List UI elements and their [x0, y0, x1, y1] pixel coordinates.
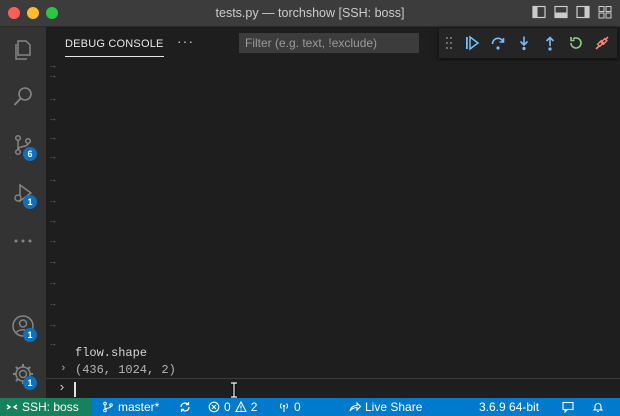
toggle-sidebar-icon[interactable]: [532, 5, 546, 19]
feedback-icon: [562, 401, 574, 413]
title-bar: tests.py — torchshow [SSH: boss]: [0, 0, 620, 27]
console-arrow: →: [50, 339, 56, 349]
activity-bar: 6 1 1 1: [0, 27, 46, 398]
remote-icon: [6, 404, 18, 410]
console-arrow: →: [50, 94, 56, 104]
console-input-row[interactable]: ›: [46, 378, 620, 399]
console-expression: flow.shape: [75, 346, 148, 360]
ellipsis-icon: [14, 239, 32, 243]
console-result[interactable]: (436, 1024, 2): [75, 363, 176, 377]
ibeam-cursor-icon: [231, 382, 237, 398]
python-version: 3.6.9 64-bit: [479, 400, 540, 414]
console-arrow: →: [50, 71, 56, 81]
debug-console-output[interactable]: → → → → → → → → → → → → → → → flow.shape…: [46, 61, 620, 378]
more-views-button[interactable]: [0, 221, 46, 261]
step-over-button[interactable]: [485, 32, 511, 54]
continue-icon: [466, 35, 480, 51]
restart-icon: [570, 37, 582, 49]
console-arrow: →: [50, 196, 56, 206]
continue-button[interactable]: [459, 32, 485, 54]
debug-toolbar: [439, 28, 617, 58]
live-share-icon: [349, 401, 361, 412]
expand-result-chevron-icon[interactable]: ›: [60, 363, 67, 375]
customize-layout-icon[interactable]: [598, 5, 612, 19]
debug-badge: 1: [23, 195, 37, 209]
remote-indicator[interactable]: SSH: boss: [0, 398, 92, 416]
remote-label: SSH: boss: [22, 400, 79, 414]
warning-icon: [234, 401, 247, 413]
console-arrow: →: [50, 320, 56, 330]
step-out-button[interactable]: [537, 32, 563, 54]
console-arrow: →: [50, 299, 56, 309]
panel-more-actions[interactable]: ···: [177, 33, 194, 49]
feedback-button[interactable]: [562, 398, 574, 416]
disconnect-icon: [595, 36, 609, 50]
python-interpreter[interactable]: 3.6.9 64-bit: [479, 398, 539, 416]
ports-indicator[interactable]: 0: [278, 398, 301, 416]
console-arrow: →: [50, 216, 56, 226]
notifications-button[interactable]: [592, 398, 604, 416]
console-arrow: →: [50, 114, 56, 124]
files-icon: [15, 40, 31, 60]
broadcast-icon: [279, 403, 289, 412]
explorer-button[interactable]: [0, 30, 46, 70]
accounts-badge: 1: [23, 328, 37, 342]
disconnect-button[interactable]: [589, 32, 615, 54]
ports-count: 0: [294, 400, 301, 414]
branch-indicator[interactable]: master*: [102, 398, 159, 416]
warning-count: 2: [250, 400, 258, 414]
console-arrow: →: [50, 175, 56, 185]
prompt-chevron-icon: ›: [58, 380, 66, 395]
console-arrow: →: [50, 236, 56, 246]
toggle-secondary-sidebar-icon[interactable]: [576, 5, 590, 19]
sync-icon: [180, 402, 190, 412]
tab-debug-console[interactable]: DEBUG CONSOLE: [65, 38, 164, 57]
error-icon: [208, 401, 220, 413]
branch-name: master*: [118, 400, 160, 414]
layout-controls: [532, 5, 612, 19]
live-share-label: Live Share: [365, 400, 423, 414]
bell-icon: [592, 403, 604, 413]
console-arrow: →: [50, 257, 56, 267]
git-branch-icon: [103, 401, 113, 413]
problems-indicator[interactable]: 0 2: [208, 398, 257, 416]
restart-button[interactable]: [563, 32, 589, 54]
search-icon: [13, 87, 32, 106]
step-into-icon: [519, 36, 529, 51]
accounts-button[interactable]: 1: [0, 306, 46, 346]
text-caret: [74, 382, 76, 397]
console-arrow: →: [50, 152, 56, 162]
source-control-button[interactable]: 6: [0, 125, 46, 165]
search-button[interactable]: [0, 77, 46, 117]
sync-button[interactable]: [179, 398, 191, 416]
console-arrow: →: [50, 278, 56, 288]
scm-badge: 6: [23, 147, 37, 161]
error-count: 0: [224, 400, 231, 414]
step-out-icon: [545, 36, 555, 51]
toggle-panel-icon[interactable]: [554, 5, 568, 19]
manage-button[interactable]: 1: [0, 354, 46, 394]
step-into-button[interactable]: [511, 32, 537, 54]
drag-handle-icon[interactable]: [445, 36, 453, 50]
live-share-button[interactable]: Live Share: [349, 398, 422, 416]
console-filter-input[interactable]: [239, 33, 419, 53]
window-title: tests.py — torchshow [SSH: boss]: [215, 6, 405, 20]
console-arrow: →: [50, 133, 56, 143]
status-bar: SSH: boss master* 0 2 0 Live Share 3.6.9…: [0, 398, 620, 416]
run-debug-button[interactable]: 1: [0, 173, 46, 213]
settings-badge: 1: [23, 376, 37, 390]
step-over-icon: [491, 37, 505, 50]
